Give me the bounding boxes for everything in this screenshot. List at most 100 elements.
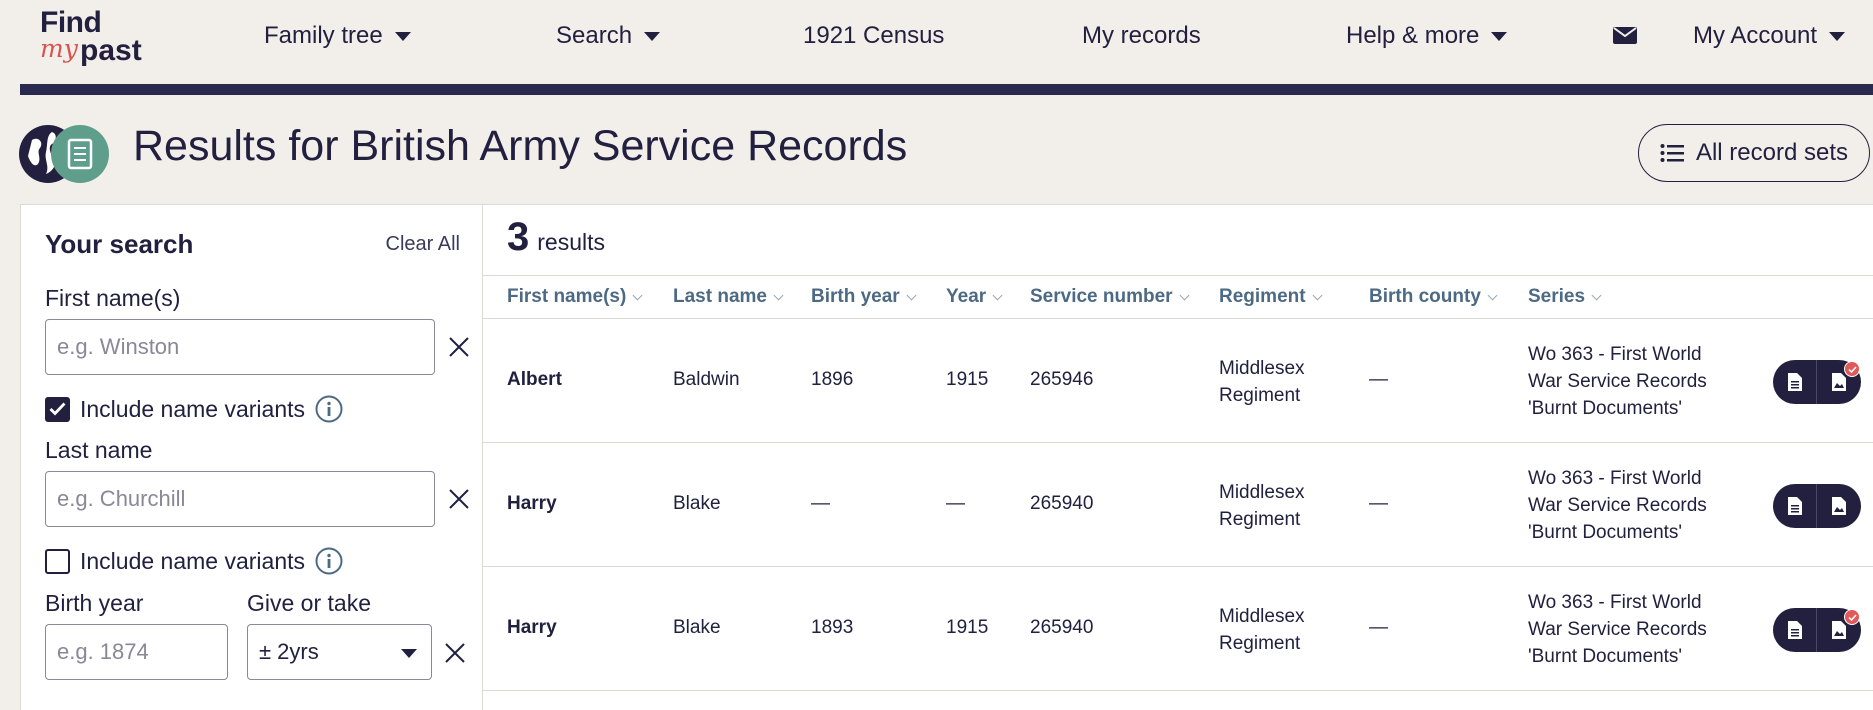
cell-birth-county: — <box>1369 617 1388 638</box>
sort-chevron-icon <box>773 290 784 300</box>
cell-birth-year: 1893 <box>811 617 854 638</box>
top-navigation: Find my past Family tree Search 1921 Cen… <box>0 0 1873 84</box>
clear-first-name-icon[interactable] <box>447 335 471 359</box>
cell-series: Wo 363 - First World War Service Records… <box>1528 344 1707 419</box>
last-name-variants-label: Include name variants <box>80 547 306 574</box>
give-or-take-value: ± 2yrs <box>259 639 319 664</box>
row-actions <box>1773 608 1861 652</box>
nav-help-more[interactable]: Help & more <box>1346 22 1508 50</box>
last-name-input[interactable] <box>45 471 435 527</box>
your-search-title: Your search <box>45 229 194 259</box>
cell-year: — <box>946 493 965 514</box>
clear-all-link[interactable]: Clear All <box>386 233 460 256</box>
checkmark-icon <box>49 402 66 416</box>
column-header-label: Last name <box>673 286 767 307</box>
chevron-down-icon <box>394 31 411 41</box>
record-set-globe-icon <box>19 125 109 183</box>
cell-year: 1915 <box>946 369 989 390</box>
info-icon[interactable] <box>315 547 343 575</box>
view-image-button[interactable] <box>1817 360 1861 404</box>
info-icon[interactable] <box>315 395 343 423</box>
cell-service-number: 265940 <box>1030 617 1094 638</box>
column-header-label: Service number <box>1030 286 1173 307</box>
cell-year: 1915 <box>946 617 989 638</box>
chevron-down-icon <box>1491 31 1508 41</box>
first-name-variants-row[interactable]: Include name variants <box>45 395 343 423</box>
results-table-header: First name(s) Last name Birth year Year … <box>483 275 1873 319</box>
view-image-button[interactable] <box>1817 484 1861 528</box>
transcript-document-icon <box>1787 497 1802 515</box>
cell-series: Wo 363 - First World War Service Records… <box>1528 592 1707 667</box>
column-header-series[interactable]: Series <box>1528 286 1602 308</box>
give-or-take-label: Give or take <box>247 590 371 616</box>
cell-regiment: Middlesex Regiment <box>1219 482 1305 530</box>
row-actions <box>1773 360 1861 404</box>
results-count-label: results <box>537 229 605 255</box>
cell-birth-year: — <box>811 493 830 514</box>
table-row[interactable]: Albert Baldwin 1896 1915 265946 Middlese… <box>483 319 1873 443</box>
nav-family-tree[interactable]: Family tree <box>264 22 411 50</box>
column-header-label: Year <box>946 286 987 307</box>
nav-my-records[interactable]: My records <box>1082 22 1201 50</box>
column-header-label: First name(s) <box>507 286 627 307</box>
nav-1921-census[interactable]: 1921 Census <box>803 22 944 50</box>
first-name-variants-checkbox[interactable] <box>45 396 70 422</box>
column-header-label: Birth year <box>811 286 900 307</box>
give-or-take-select[interactable]: ± 2yrs <box>247 624 432 680</box>
view-transcript-button[interactable] <box>1773 608 1817 652</box>
first-name-input[interactable] <box>45 319 435 375</box>
table-row[interactable]: Harry Blake — — 265940 Middlesex Regimen… <box>483 443 1873 567</box>
view-transcript-button[interactable] <box>1773 484 1817 528</box>
all-record-sets-button[interactable]: All record sets <box>1638 124 1870 182</box>
view-transcript-button[interactable] <box>1773 360 1817 404</box>
nav-search[interactable]: Search <box>556 22 661 50</box>
transcript-document-icon <box>1787 373 1802 391</box>
envelope-icon[interactable] <box>1613 27 1637 44</box>
cell-regiment: Middlesex Regiment <box>1219 358 1305 406</box>
last-name-variants-row[interactable]: Include name variants <box>45 547 343 575</box>
column-header-birth-year[interactable]: Birth year <box>811 286 917 308</box>
cell-first-name[interactable]: Harry <box>507 617 557 639</box>
cell-last-name: Blake <box>673 493 721 514</box>
logo-past: past <box>80 34 142 67</box>
birth-year-input[interactable] <box>45 624 228 680</box>
results-count-number: 3 <box>507 215 530 259</box>
column-header-first-name[interactable]: First name(s) <box>507 286 643 308</box>
nav-divider-bar <box>20 84 1873 95</box>
last-name-variants-checkbox[interactable] <box>45 548 70 574</box>
column-header-label: Series <box>1528 286 1586 307</box>
findmypast-logo[interactable]: Find my past <box>40 6 160 72</box>
all-record-sets-label: All record sets <box>1695 139 1849 166</box>
chevron-down-icon <box>1829 31 1846 41</box>
nav-my-account-label: My Account <box>1693 22 1818 49</box>
last-name-label: Last name <box>45 437 153 463</box>
nav-my-account[interactable]: My Account <box>1693 22 1846 50</box>
column-header-birth-county[interactable]: Birth county <box>1369 286 1498 308</box>
cell-first-name[interactable]: Harry <box>507 493 557 515</box>
column-header-year[interactable]: Year <box>946 286 1003 308</box>
column-header-label: Birth county <box>1369 286 1481 307</box>
page-title: Results for British Army Service Records <box>133 122 908 170</box>
cell-first-name[interactable]: Albert <box>507 369 562 391</box>
clear-last-name-icon[interactable] <box>447 487 471 511</box>
table-row[interactable]: Harry Blake 1893 1915 265940 Middlesex R… <box>483 567 1873 691</box>
results-panel: 3 results First name(s) Last name Birth … <box>483 204 1873 710</box>
view-image-button[interactable] <box>1817 608 1861 652</box>
row-actions <box>1773 484 1861 528</box>
results-count: 3 results <box>507 215 605 260</box>
nav-1921-census-label: 1921 Census <box>803 22 945 49</box>
column-header-last-name[interactable]: Last name <box>673 286 784 308</box>
sort-chevron-icon <box>1591 290 1602 300</box>
viewed-badge-icon <box>1844 609 1860 625</box>
cell-last-name: Blake <box>673 617 721 638</box>
nav-my-records-label: My records <box>1082 22 1201 49</box>
column-header-service-number[interactable]: Service number <box>1030 286 1190 308</box>
cell-service-number: 265946 <box>1030 369 1094 390</box>
image-document-icon <box>1832 497 1846 515</box>
clear-birth-year-icon[interactable] <box>443 641 467 665</box>
viewed-badge-icon <box>1844 361 1860 377</box>
search-sidebar: Your search Clear All First name(s) Incl… <box>20 204 483 710</box>
cell-birth-county: — <box>1369 369 1388 390</box>
column-header-label: Regiment <box>1219 286 1306 307</box>
column-header-regiment[interactable]: Regiment <box>1219 286 1323 308</box>
